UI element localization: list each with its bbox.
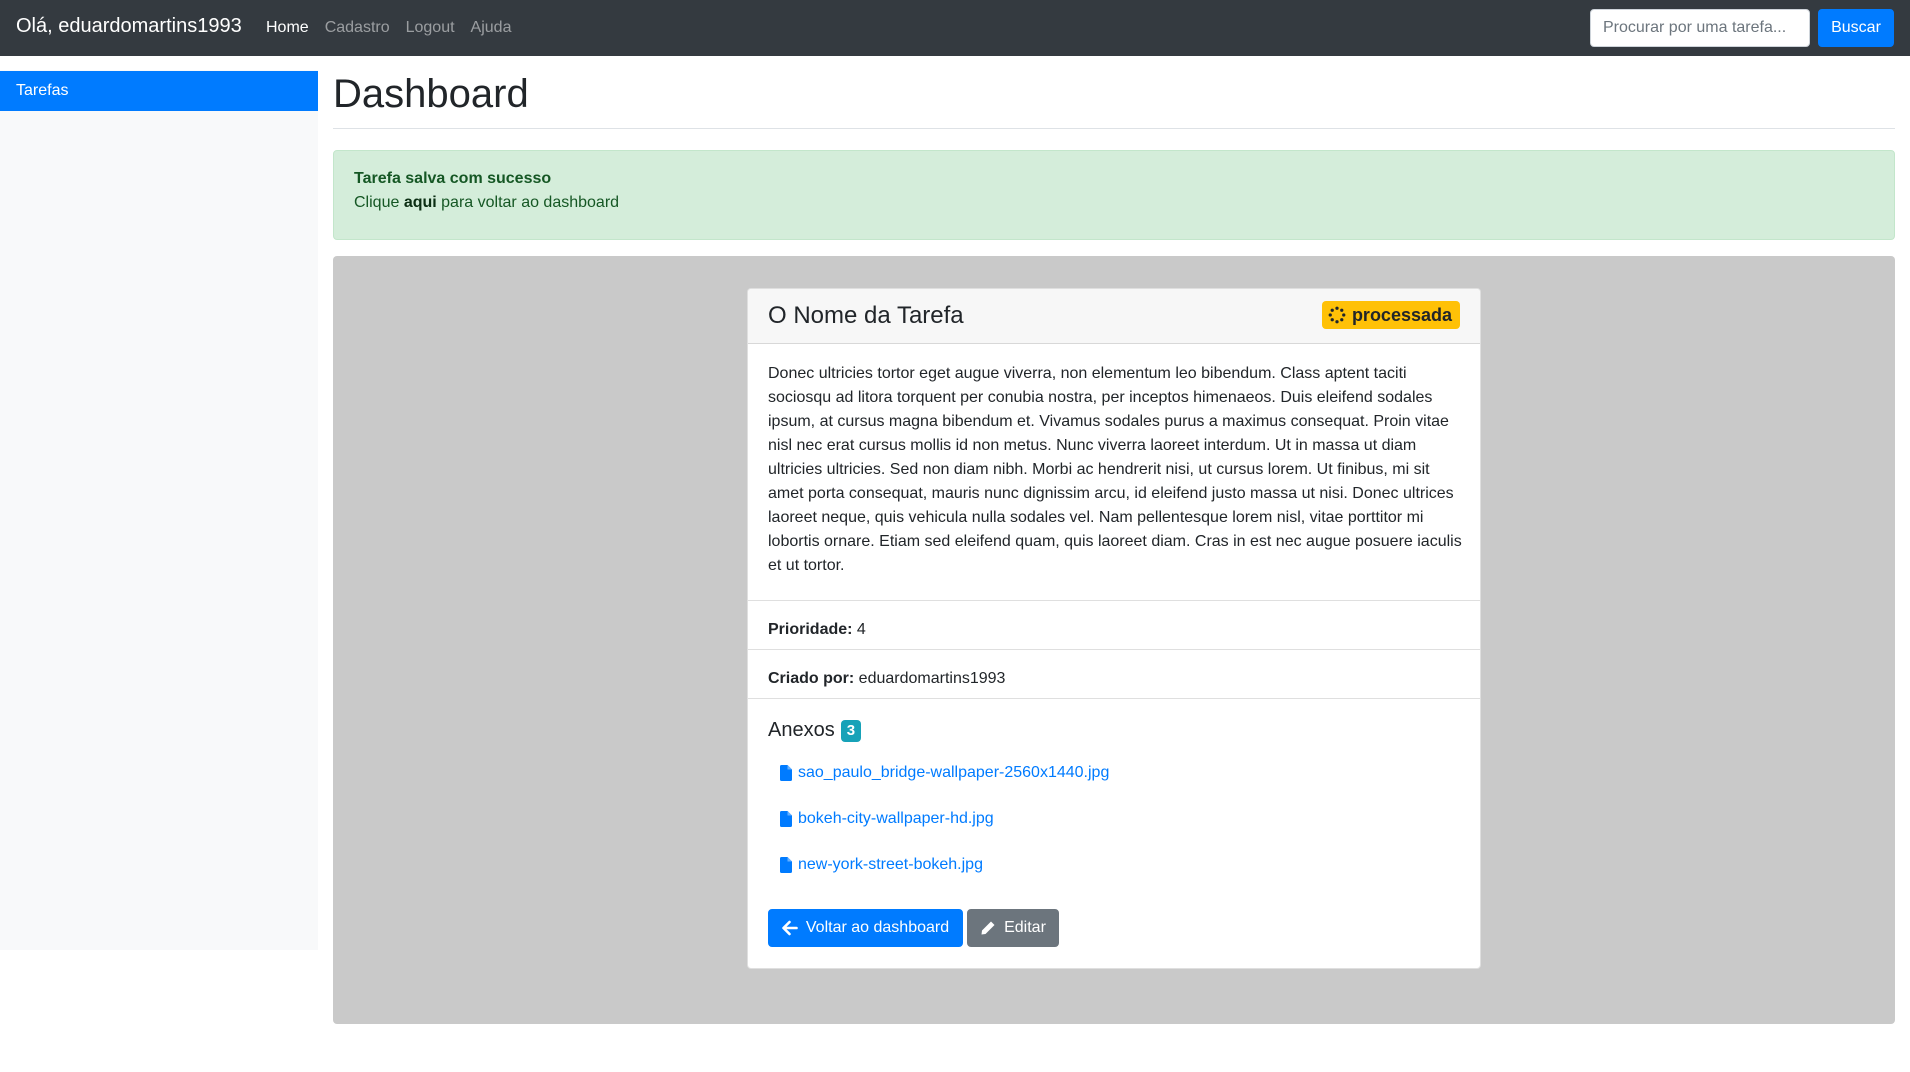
task-card: O Nome da Tarefa processada Donec ultric…	[747, 288, 1481, 969]
alert-message: Clique aqui para voltar ao dashboard	[354, 191, 1874, 215]
pencil-icon	[981, 921, 995, 935]
attachments-title: Anexos	[768, 719, 835, 741]
nav-link-cadastro[interactable]: Cadastro	[325, 19, 390, 37]
alert-text-before: Clique	[354, 194, 404, 211]
priority-row: Prioridade: 4	[768, 621, 866, 639]
nav-link-logout[interactable]: Logout	[406, 19, 455, 37]
status-label: processada	[1351, 304, 1452, 325]
file-icon	[780, 811, 792, 827]
divider	[748, 698, 1480, 699]
created-by-row: Criado por: eduardomartins1993	[768, 670, 1005, 688]
attachment-link[interactable]: sao_paulo_bridge-wallpaper-2560x1440.jpg	[780, 764, 1109, 782]
divider	[748, 649, 1480, 650]
alert-back-link[interactable]: aqui	[404, 194, 437, 211]
task-card-header: O Nome da Tarefa processada	[748, 289, 1480, 344]
nav-links: Home Cadastro Logout Ajuda	[266, 0, 527, 56]
sidebar-item-tarefas[interactable]: Tarefas	[0, 71, 318, 111]
nav-link-home[interactable]: Home	[266, 19, 309, 37]
attachment-link[interactable]: bokeh-city-wallpaper-hd.jpg	[780, 810, 994, 828]
attachment-name: new-york-street-bokeh.jpg	[798, 856, 983, 873]
arrow-left-icon	[782, 920, 798, 936]
edit-button-label: Editar	[1004, 919, 1046, 936]
sidebar: Tarefas	[0, 70, 318, 950]
created-by-value: eduardomartins1993	[858, 670, 1006, 687]
priority-value: 4	[856, 621, 866, 638]
file-icon	[780, 765, 792, 781]
title-divider	[333, 128, 1895, 129]
back-button-label: Voltar ao dashboard	[805, 919, 950, 936]
attachments-heading: Anexos 3	[768, 719, 862, 742]
nav-link-ajuda[interactable]: Ajuda	[471, 19, 512, 37]
search-input[interactable]	[1590, 9, 1810, 47]
attachment-name: bokeh-city-wallpaper-hd.jpg	[798, 810, 994, 827]
divider	[748, 600, 1480, 601]
alert-text-after: para voltar ao dashboard	[436, 194, 620, 211]
navbar-brand[interactable]: Olá, eduardomartins1993	[16, 15, 242, 38]
spinner-icon	[1328, 306, 1346, 324]
created-by-label: Criado por:	[768, 670, 855, 687]
search-button[interactable]: Buscar	[1818, 9, 1894, 47]
priority-label: Prioridade:	[768, 621, 853, 638]
success-alert: Tarefa salva com sucesso Clique aqui par…	[333, 150, 1895, 240]
status-badge: processada	[1321, 301, 1460, 329]
edit-button[interactable]: Editar	[967, 909, 1059, 947]
top-navbar: Olá, eduardomartins1993 Home Cadastro Lo…	[0, 0, 1910, 56]
task-description: Donec ultricies tortor eget augue viverr…	[768, 365, 1462, 574]
attachment-name: sao_paulo_bridge-wallpaper-2560x1440.jpg	[798, 764, 1110, 781]
back-to-dashboard-button[interactable]: Voltar ao dashboard	[768, 909, 963, 947]
task-name: O Nome da Tarefa	[768, 302, 964, 329]
attachment-link[interactable]: new-york-street-bokeh.jpg	[780, 856, 983, 874]
attachments-count-badge: 3	[840, 719, 862, 742]
alert-title: Tarefa salva com sucesso	[354, 170, 552, 187]
file-icon	[780, 857, 792, 873]
page-title: Dashboard	[333, 72, 529, 116]
